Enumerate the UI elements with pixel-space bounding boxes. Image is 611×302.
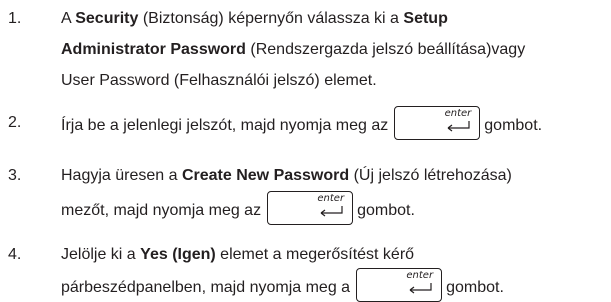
enter-key-label: enter: [317, 193, 345, 204]
enter-key: enter: [267, 191, 354, 225]
enter-key: enter: [356, 268, 443, 302]
step-number: 1.: [8, 10, 22, 27]
enter-key-label: enter: [444, 108, 472, 119]
enter-arrow-icon: [320, 206, 343, 217]
step-4-line-1: Jelölje ki a Yes (Igen) elemet a megerős…: [61, 246, 415, 263]
step-1-line-3: User Password (Felhasználói jelszó) elem…: [61, 72, 377, 89]
step-1-line-1: A Security (Biztonság) képernyőn válassz…: [61, 10, 448, 27]
step-2-line-1: Írja be a jelenlegi jelszót, majd nyomja…: [61, 106, 542, 140]
step-number: 4.: [8, 246, 22, 263]
yes-igen-term: Yes (Igen): [140, 246, 216, 263]
step-number: 2.: [8, 114, 22, 131]
enter-arrow-icon: [447, 121, 470, 132]
enter-key: enter: [394, 106, 481, 140]
step-3-line-2: mezőt, majd nyomja meg az enter gombot.: [61, 191, 415, 225]
admin-password-term: Administrator Password: [61, 41, 246, 58]
step-number: 3.: [8, 167, 22, 184]
step-1-line-2: Administrator Password (Rendszergazda je…: [61, 41, 526, 58]
create-new-password-term: Create New Password: [181, 167, 350, 184]
security-term: Security: [75, 10, 139, 27]
step-4-line-2: párbeszédpanelben, majd nyomja meg a ente…: [61, 268, 504, 302]
enter-key-label: enter: [406, 270, 434, 281]
enter-arrow-icon: [409, 283, 432, 294]
step-3-line-1: Hagyja üresen a Create New Password (Új …: [61, 167, 512, 184]
setup-term: Setup: [403, 10, 448, 27]
